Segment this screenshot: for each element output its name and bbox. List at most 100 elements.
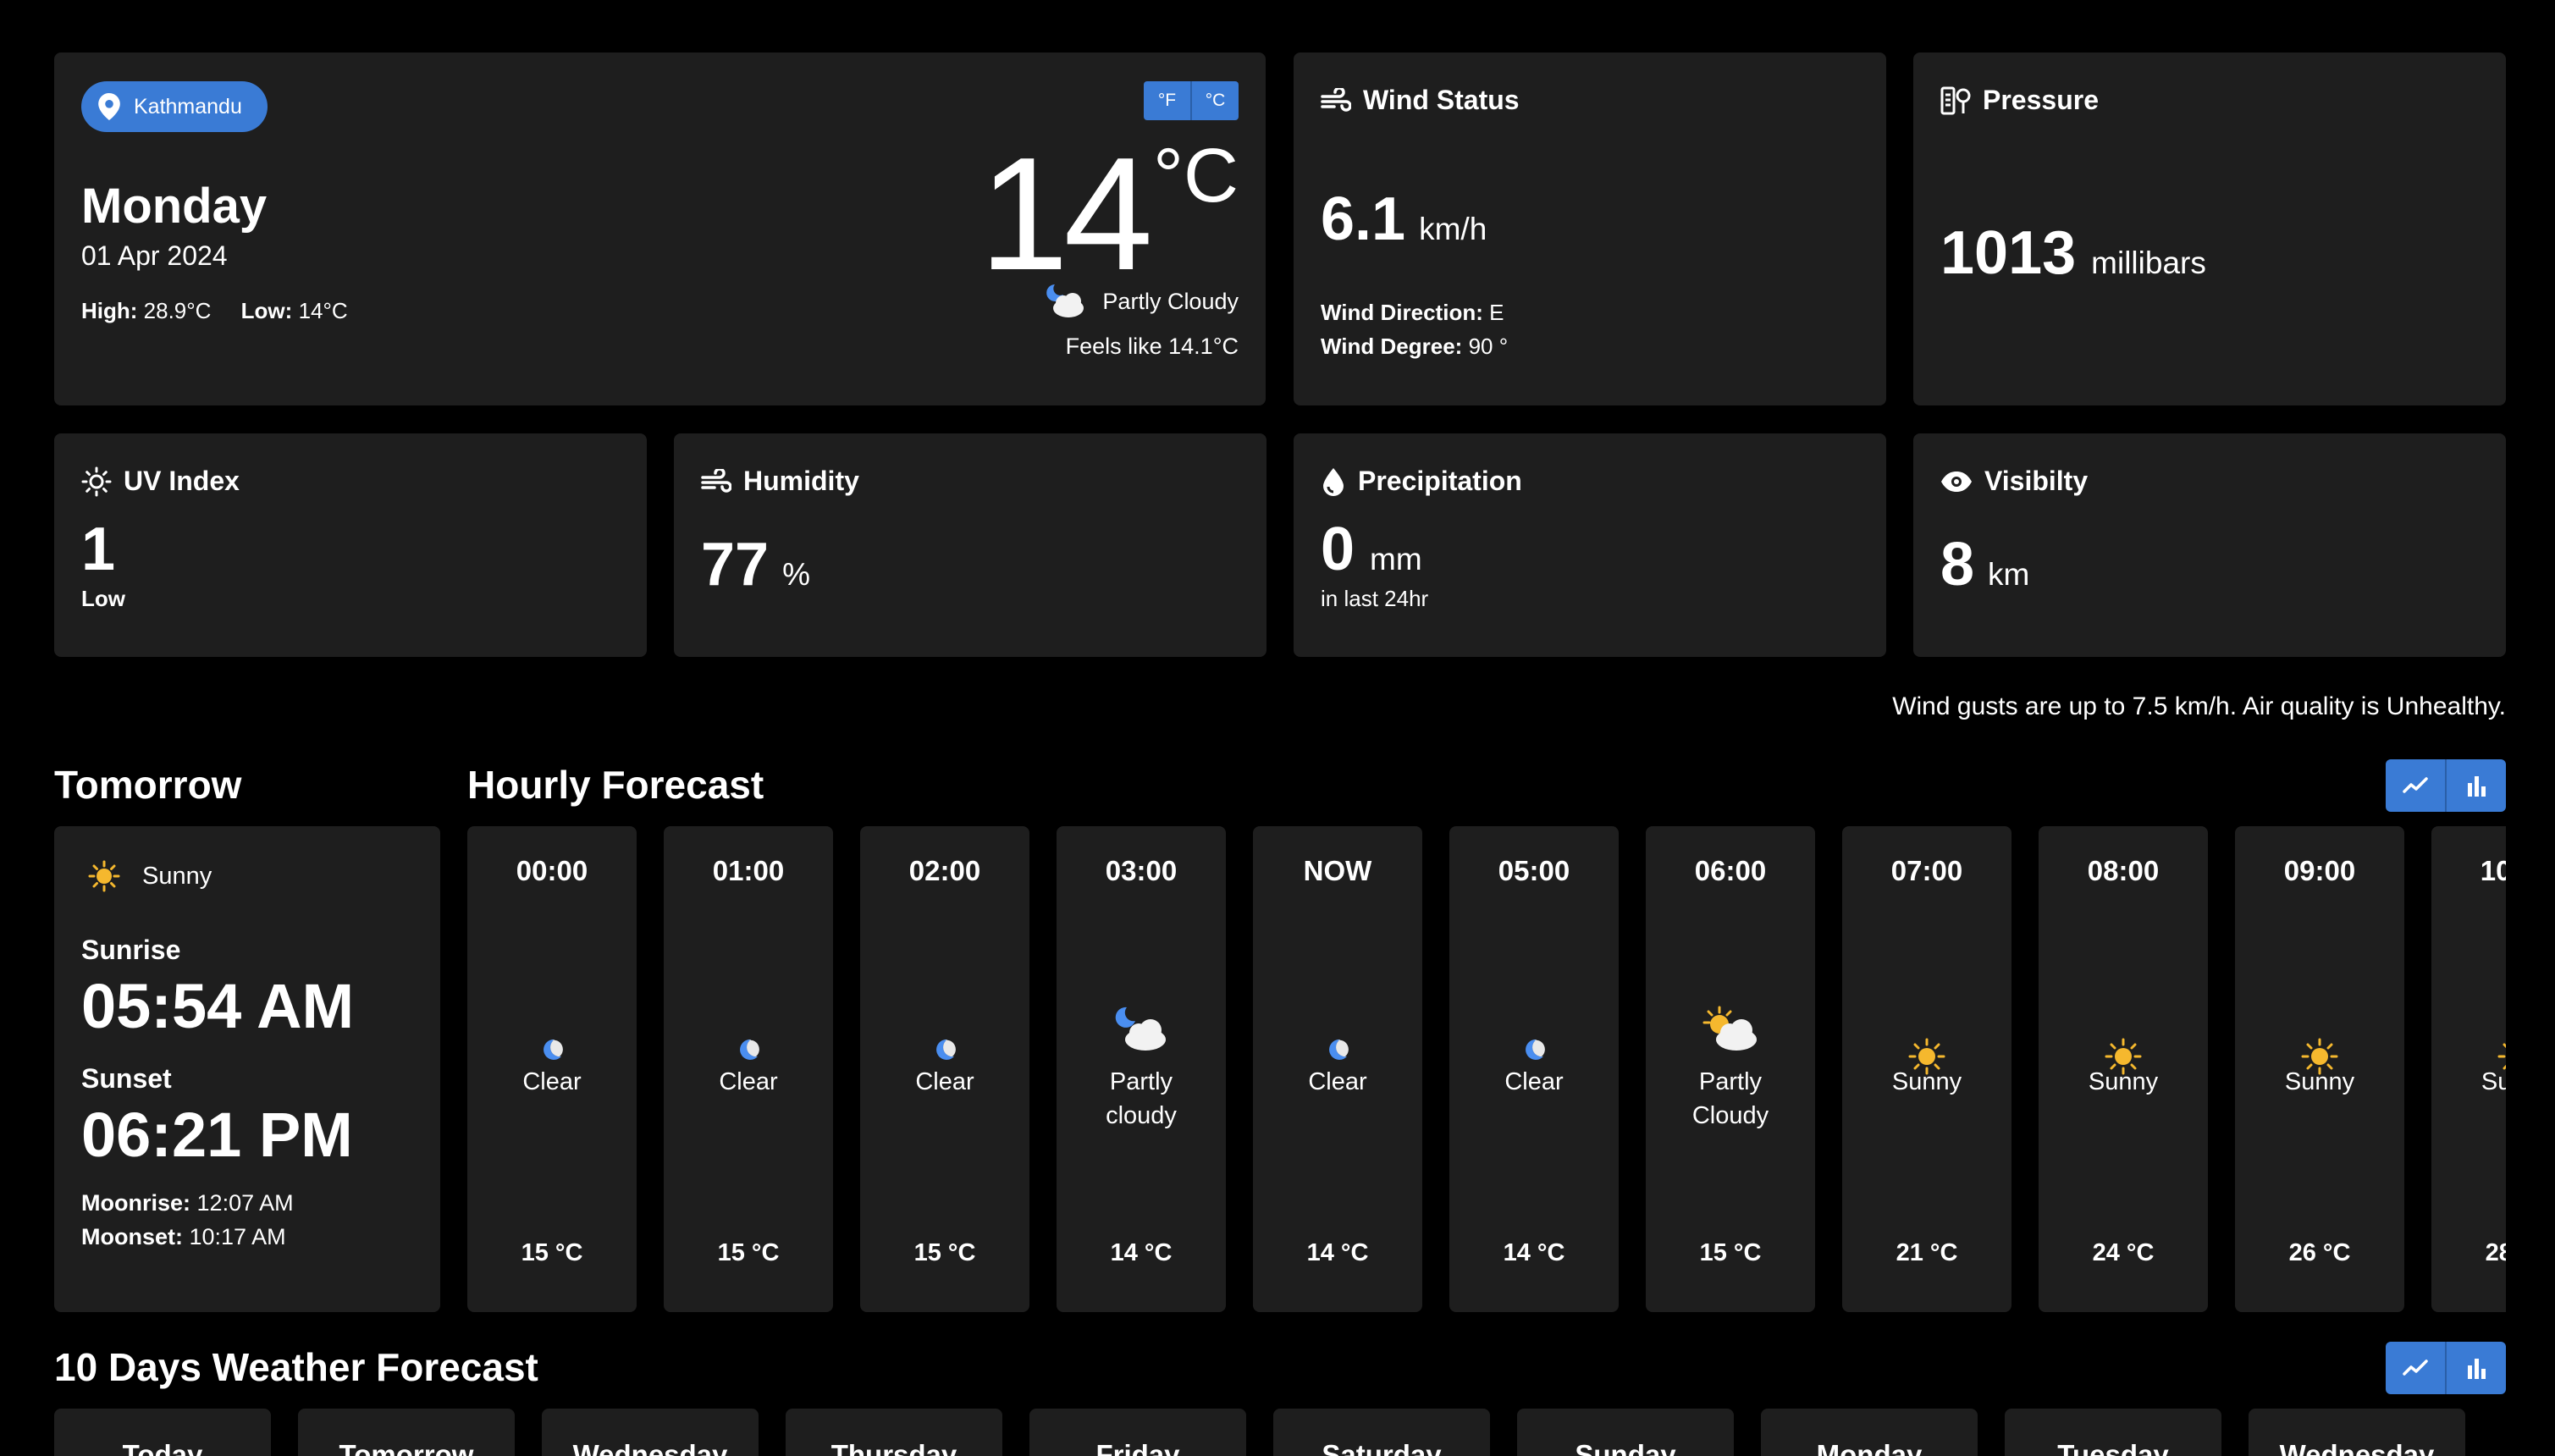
hourly-condition-line1: Partly: [1698, 1068, 1763, 1095]
uv-level: Low: [81, 586, 125, 611]
hourly-condition-line2: cloudy: [1106, 1102, 1177, 1129]
moonset-time: 10:17 AM: [189, 1224, 286, 1249]
hourly-condition-line1: Clear: [1308, 1068, 1367, 1095]
day-card[interactable]: Wednesday: [2249, 1409, 2465, 1456]
hourly-condition: Partly Cloudy: [1646, 1065, 1815, 1133]
hourly-card[interactable]: 02:00 Clear 15 °C: [860, 826, 1029, 1312]
hourly-card[interactable]: 03:00 Partly cloudy 14 °C: [1057, 826, 1226, 1312]
moonrise: Moonrise: 12:07 AM: [81, 1190, 294, 1216]
hourly-condition-line1: Sunny: [2284, 1068, 2355, 1095]
day-name: Friday: [1095, 1439, 1180, 1456]
location-pin-icon: [98, 93, 120, 120]
hourly-temp: 15 °C: [521, 1239, 583, 1266]
hourly-condition-line1: Clear: [915, 1068, 974, 1095]
hourly-condition: Clear: [664, 1065, 833, 1099]
uv-title-text: UV Index: [124, 466, 240, 496]
day-card[interactable]: Tomorrow: [298, 1409, 515, 1456]
hourly-temp: 14 °C: [1110, 1239, 1173, 1266]
moon-icon: [467, 1038, 637, 1062]
hourly-card[interactable]: 01:00 Clear 15 °C: [664, 826, 833, 1312]
hourly-time: 06:00: [1694, 855, 1767, 886]
day-card[interactable]: Thursday: [786, 1409, 1002, 1456]
hourly-card[interactable]: 00:00 Clear 15 °C: [467, 826, 637, 1312]
hourly-temp: 28 °C: [2485, 1239, 2506, 1266]
hourly-time: 01:00: [712, 855, 785, 886]
low-value: 14°C: [298, 298, 348, 323]
hourly-card[interactable]: 07:00 Sunny 21 °C: [1842, 826, 2011, 1312]
hourly-card[interactable]: 09:00 Sunny 26 °C: [2235, 826, 2404, 1312]
high-label: High:: [81, 298, 138, 323]
sunset-label: Sunset: [81, 1063, 172, 1094]
ten-day-heading: 10 Days Weather Forecast: [54, 1345, 538, 1389]
current-date: 01 Apr 2024: [81, 240, 228, 271]
moonrise-label: Moonrise:: [81, 1190, 191, 1216]
hourly-condition: Sunny: [2235, 1065, 2404, 1099]
uv-value: 1: [81, 516, 116, 583]
hourly-condition: Clear: [860, 1065, 1029, 1099]
hourly-card[interactable]: NOW Clear 14 °C: [1253, 826, 1422, 1312]
day-name: Today: [122, 1439, 203, 1456]
hourly-time: 08:00: [2087, 855, 2160, 886]
day-name: Saturday: [1322, 1439, 1442, 1456]
day-card[interactable]: Wednesday: [542, 1409, 759, 1456]
hourly-temp: 21 °C: [1896, 1239, 1958, 1266]
hourly-time: 00:00: [516, 855, 588, 886]
hourly-card[interactable]: 06:00 Partly Cloudy 15 °C: [1646, 826, 1815, 1312]
hourly-temp: 24 °C: [2092, 1239, 2155, 1266]
sun-outline-icon: [81, 466, 112, 497]
day-name: Thursday: [831, 1439, 957, 1456]
day-card[interactable]: Today: [54, 1409, 271, 1456]
day-name: Tuesday: [2057, 1439, 2169, 1456]
bar-chart-icon: [2466, 1357, 2486, 1379]
high-low: High: 28.9°C Low: 14°C: [81, 298, 348, 324]
ten-day-bar-chart-button[interactable]: [2445, 1342, 2506, 1394]
day-card[interactable]: Friday: [1029, 1409, 1246, 1456]
moon-cloud-icon: [1057, 1006, 1226, 1053]
hourly-time: 05:00: [1498, 855, 1570, 886]
sun-cloud-icon: [1646, 1006, 1815, 1053]
tomorrow-condition: Sunny: [88, 860, 212, 892]
sunset-time: 06:21 PM: [81, 1100, 353, 1170]
hourly-temp: 14 °C: [1503, 1239, 1565, 1266]
hourly-condition: Sunny: [1842, 1065, 2011, 1099]
location-pill[interactable]: Kathmandu: [81, 81, 268, 132]
moon-icon: [664, 1038, 833, 1062]
hourly-condition: Sunny: [2431, 1065, 2506, 1099]
hourly-condition: Sunny: [2039, 1065, 2208, 1099]
day-name: Sunday: [1575, 1439, 1676, 1456]
day-card[interactable]: Saturday: [1273, 1409, 1490, 1456]
sunrise-time: 05:54 AM: [81, 971, 355, 1041]
hourly-card[interactable]: 05:00 Clear 14 °C: [1449, 826, 1619, 1312]
hourly-time: 09:00: [2283, 855, 2356, 886]
hourly-temp: 26 °C: [2288, 1239, 2351, 1266]
hourly-condition-line1: Sunny: [2481, 1068, 2506, 1095]
tomorrow-condition-text: Sunny: [142, 862, 212, 890]
moon-icon: [1253, 1038, 1422, 1062]
hourly-time: 10:00: [2480, 855, 2506, 886]
hourly-time: NOW: [1303, 855, 1372, 886]
hourly-condition: Partly cloudy: [1057, 1065, 1226, 1133]
hourly-temp: 14 °C: [1306, 1239, 1369, 1266]
hourly-condition: Clear: [1253, 1065, 1422, 1099]
day-card[interactable]: Monday: [1761, 1409, 1978, 1456]
hourly-condition-line2: Cloudy: [1691, 1102, 1769, 1129]
day-name: Wednesday: [572, 1439, 728, 1456]
low-label: Low:: [240, 298, 293, 323]
tomorrow-card: Sunny Sunrise 05:54 AM Sunset 06:21 PM M…: [54, 826, 440, 1312]
moonset-label: Moonset:: [81, 1224, 183, 1249]
hourly-condition-line1: Clear: [1504, 1068, 1564, 1095]
day-card[interactable]: Sunday: [1517, 1409, 1734, 1456]
hourly-time: 02:00: [908, 855, 981, 886]
hourly-card[interactable]: 10:00 Sunny 28 °C: [2431, 826, 2506, 1312]
hourly-condition-line1: Clear: [719, 1068, 778, 1095]
hourly-time: 07:00: [1890, 855, 1963, 886]
ten-day-line-chart-button[interactable]: [2386, 1342, 2445, 1394]
sunrise-label: Sunrise: [81, 935, 181, 965]
day-name: Tomorrow: [339, 1439, 474, 1456]
hourly-strip[interactable]: 00:00 Clear 15 °C 01:00 Clear 15 °C 02:00 Clear…: [467, 0, 2506, 1456]
day-name: Wednesday: [2279, 1439, 2435, 1456]
hourly-condition-line1: Clear: [522, 1068, 582, 1095]
day-card[interactable]: Tuesday: [2005, 1409, 2221, 1456]
hourly-condition-line1: Sunny: [2088, 1068, 2159, 1095]
hourly-card[interactable]: 08:00 Sunny 24 °C: [2039, 826, 2208, 1312]
